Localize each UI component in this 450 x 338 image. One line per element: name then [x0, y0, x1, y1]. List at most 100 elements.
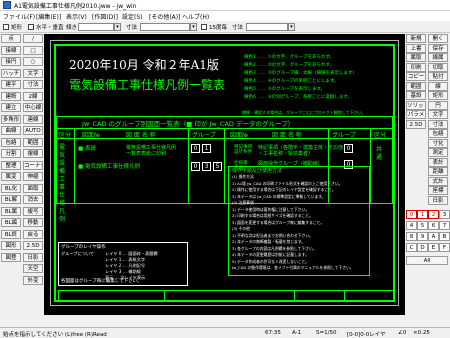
menu-help[interactable]: ヘルプ(H)	[182, 12, 209, 21]
tool-button-18-0[interactable]: 図形	[1, 241, 21, 250]
hv-checkbox[interactable]	[28, 24, 34, 30]
status-scale[interactable]: S=1/50	[316, 330, 336, 336]
tool-button-r-15-1[interactable]: 式計	[428, 176, 448, 186]
tool-button-6-0[interactable]: 建立	[1, 103, 21, 112]
status-layer[interactable]: [0-0]0-0レイヤ	[347, 330, 386, 338]
tool-button-r-14-1[interactable]: 距離	[428, 167, 448, 176]
tool-button-15-1[interactable]: 複写	[23, 206, 43, 216]
dim2-input[interactable]	[246, 23, 288, 31]
tool-button-r-4-1[interactable]: 貼付	[428, 72, 448, 81]
tool-button-9-1[interactable]: 範囲	[23, 137, 43, 147]
layer-button-9[interactable]: 9	[417, 232, 428, 241]
tool-button-20-1[interactable]: 天空	[23, 264, 43, 273]
tool-button-12-1[interactable]: 伸縮	[23, 172, 43, 181]
layer-button-A[interactable]: A	[428, 232, 439, 241]
tool-button-14-1[interactable]: 消去	[23, 195, 43, 204]
tool-button-8-1[interactable]: AUTO	[23, 126, 43, 135]
layer-button-D[interactable]: D	[417, 243, 428, 252]
tool-button-4-1[interactable]: 寸法	[23, 80, 43, 89]
status-size[interactable]: A-1	[292, 330, 301, 336]
tool-button-9-0[interactable]: 包絡	[1, 137, 21, 147]
tool-button-r-10-1[interactable]: 包絡	[428, 129, 448, 138]
tool-button-7-1[interactable]: 連線	[23, 114, 43, 124]
dim2-dropdown[interactable]: ▾	[288, 23, 295, 31]
tool-button-12-0[interactable]: 属変	[1, 172, 21, 181]
tool-button-17-0[interactable]: BL終	[1, 229, 21, 239]
tool-button-r-0-0[interactable]: 新規	[406, 34, 426, 43]
tool-button-r-3-1[interactable]: 切取	[428, 62, 448, 72]
tool-button-3-1[interactable]: 文字	[23, 68, 43, 78]
tool-button-13-1[interactable]: 面取	[23, 183, 43, 193]
tool-button-r-3-0[interactable]: 印刷	[406, 62, 426, 72]
tool-button-r-6-0[interactable]: 基設	[406, 91, 426, 100]
tool-button-r-11-1[interactable]: 寸化	[428, 138, 448, 148]
tool-button-19-1[interactable]: 日影	[23, 252, 43, 262]
tool-button-r-5-0[interactable]: 範囲	[406, 81, 426, 91]
tool-button-2-1[interactable]: ○	[23, 57, 43, 66]
menu-draw[interactable]: [作図(D)]	[92, 12, 118, 21]
tool-button-r-17-1[interactable]: 日影	[428, 195, 448, 205]
tool-button-17-1[interactable]: 戻る	[23, 229, 43, 239]
tool-button-16-1[interactable]: 移動	[23, 218, 43, 227]
tool-button-18-1[interactable]: 2.5D	[23, 241, 43, 250]
dim-dropdown[interactable]: ▾	[190, 23, 197, 31]
layer-button-4[interactable]: 4	[406, 221, 417, 230]
tool-button-r-6-1[interactable]: 矩形	[428, 91, 448, 100]
layer-button-5[interactable]: 5	[417, 221, 428, 230]
layer-button-B[interactable]: B	[439, 232, 450, 241]
tool-button-11-0[interactable]: 整理	[1, 160, 21, 170]
tool-button-10-0[interactable]: 分割	[1, 149, 21, 158]
status-zoom[interactable]: ×0.25	[413, 330, 430, 336]
menu-settings[interactable]: 設定(S)	[122, 12, 143, 21]
tool-button-6-1[interactable]: 中心線	[23, 103, 43, 112]
horizontal-scrollbar[interactable]	[44, 315, 405, 327]
tool-button-r-12-1[interactable]: 測定	[428, 148, 448, 157]
tool-button-19-0[interactable]: 図登	[1, 252, 21, 262]
layer-all-button[interactable]: All	[406, 256, 448, 265]
drawing-canvas[interactable]: 2020年10月 令和２年A1版 電気設備工事仕様凡例一覧表 線色1 …… ①の…	[44, 34, 405, 315]
tool-button-r-2-1[interactable]: 線属	[428, 53, 448, 62]
angle-dropdown[interactable]: ▾	[114, 23, 121, 31]
tool-button-r-8-0[interactable]: パラメ	[406, 110, 426, 119]
layer-button-C[interactable]: C	[406, 243, 417, 252]
tool-button-r-16-1[interactable]: 座標	[428, 186, 448, 195]
tool-button-r-9-0[interactable]: 2.5D	[406, 119, 426, 129]
tool-button-16-0[interactable]: BL編	[1, 218, 21, 227]
layer-button-F[interactable]: F	[439, 243, 450, 252]
layer-button-6[interactable]: 6	[428, 221, 439, 230]
layer-button-2[interactable]: 2	[428, 210, 439, 219]
tool-button-r-2-0[interactable]: 属取	[406, 53, 426, 62]
menu-view[interactable]: 表示(V)	[66, 12, 87, 21]
layer-button-E[interactable]: E	[428, 243, 439, 252]
tool-button-10-1[interactable]: 複線	[23, 149, 43, 158]
tool-button-13-0[interactable]: BL化	[1, 183, 21, 193]
tool-button-5-1[interactable]: 2線	[23, 91, 43, 101]
layer-button-0[interactable]: 0	[406, 210, 417, 219]
menu-other[interactable]: [その他(A)]	[149, 12, 180, 21]
menu-file[interactable]: ファイル(F)	[3, 12, 35, 21]
tool-button-14-0[interactable]: BL解	[1, 195, 21, 204]
tool-button-4-0[interactable]: 建平	[1, 80, 21, 89]
tool-button-r-0-1[interactable]: 開く	[428, 34, 448, 43]
tool-button-3-0[interactable]: ハッチ	[1, 68, 21, 78]
layer-button-3[interactable]: 3	[439, 210, 450, 219]
tool-button-21-1[interactable]: 外変	[23, 275, 43, 285]
tool-button-11-1[interactable]: コーナー	[23, 160, 43, 170]
tool-button-r-9-1[interactable]: 寸法	[428, 119, 448, 129]
layer-button-1[interactable]: 1	[417, 210, 428, 219]
tool-button-8-0[interactable]: 曲線	[1, 126, 21, 135]
tool-button-1-1[interactable]: □	[23, 45, 43, 55]
tool-button-r-4-0[interactable]: コピー	[406, 72, 426, 81]
tool-button-r-8-1[interactable]: 文字	[428, 110, 448, 119]
tool-button-5-0[interactable]: 建断	[1, 91, 21, 101]
tool-button-r-13-1[interactable]: 表計	[428, 157, 448, 167]
tool-button-r-5-1[interactable]: 線	[428, 81, 448, 91]
deg15-checkbox[interactable]	[201, 24, 207, 30]
tool-button-r-7-0[interactable]: ソリッド	[406, 100, 426, 110]
angle-input[interactable]	[78, 23, 114, 31]
tool-button-1-0[interactable]: 接線	[1, 45, 21, 55]
tool-button-r-7-1[interactable]: 円	[428, 100, 448, 110]
tool-button-0-1[interactable]: /	[23, 34, 43, 43]
layer-button-7[interactable]: 7	[439, 221, 450, 230]
dim-input[interactable]	[140, 23, 190, 31]
